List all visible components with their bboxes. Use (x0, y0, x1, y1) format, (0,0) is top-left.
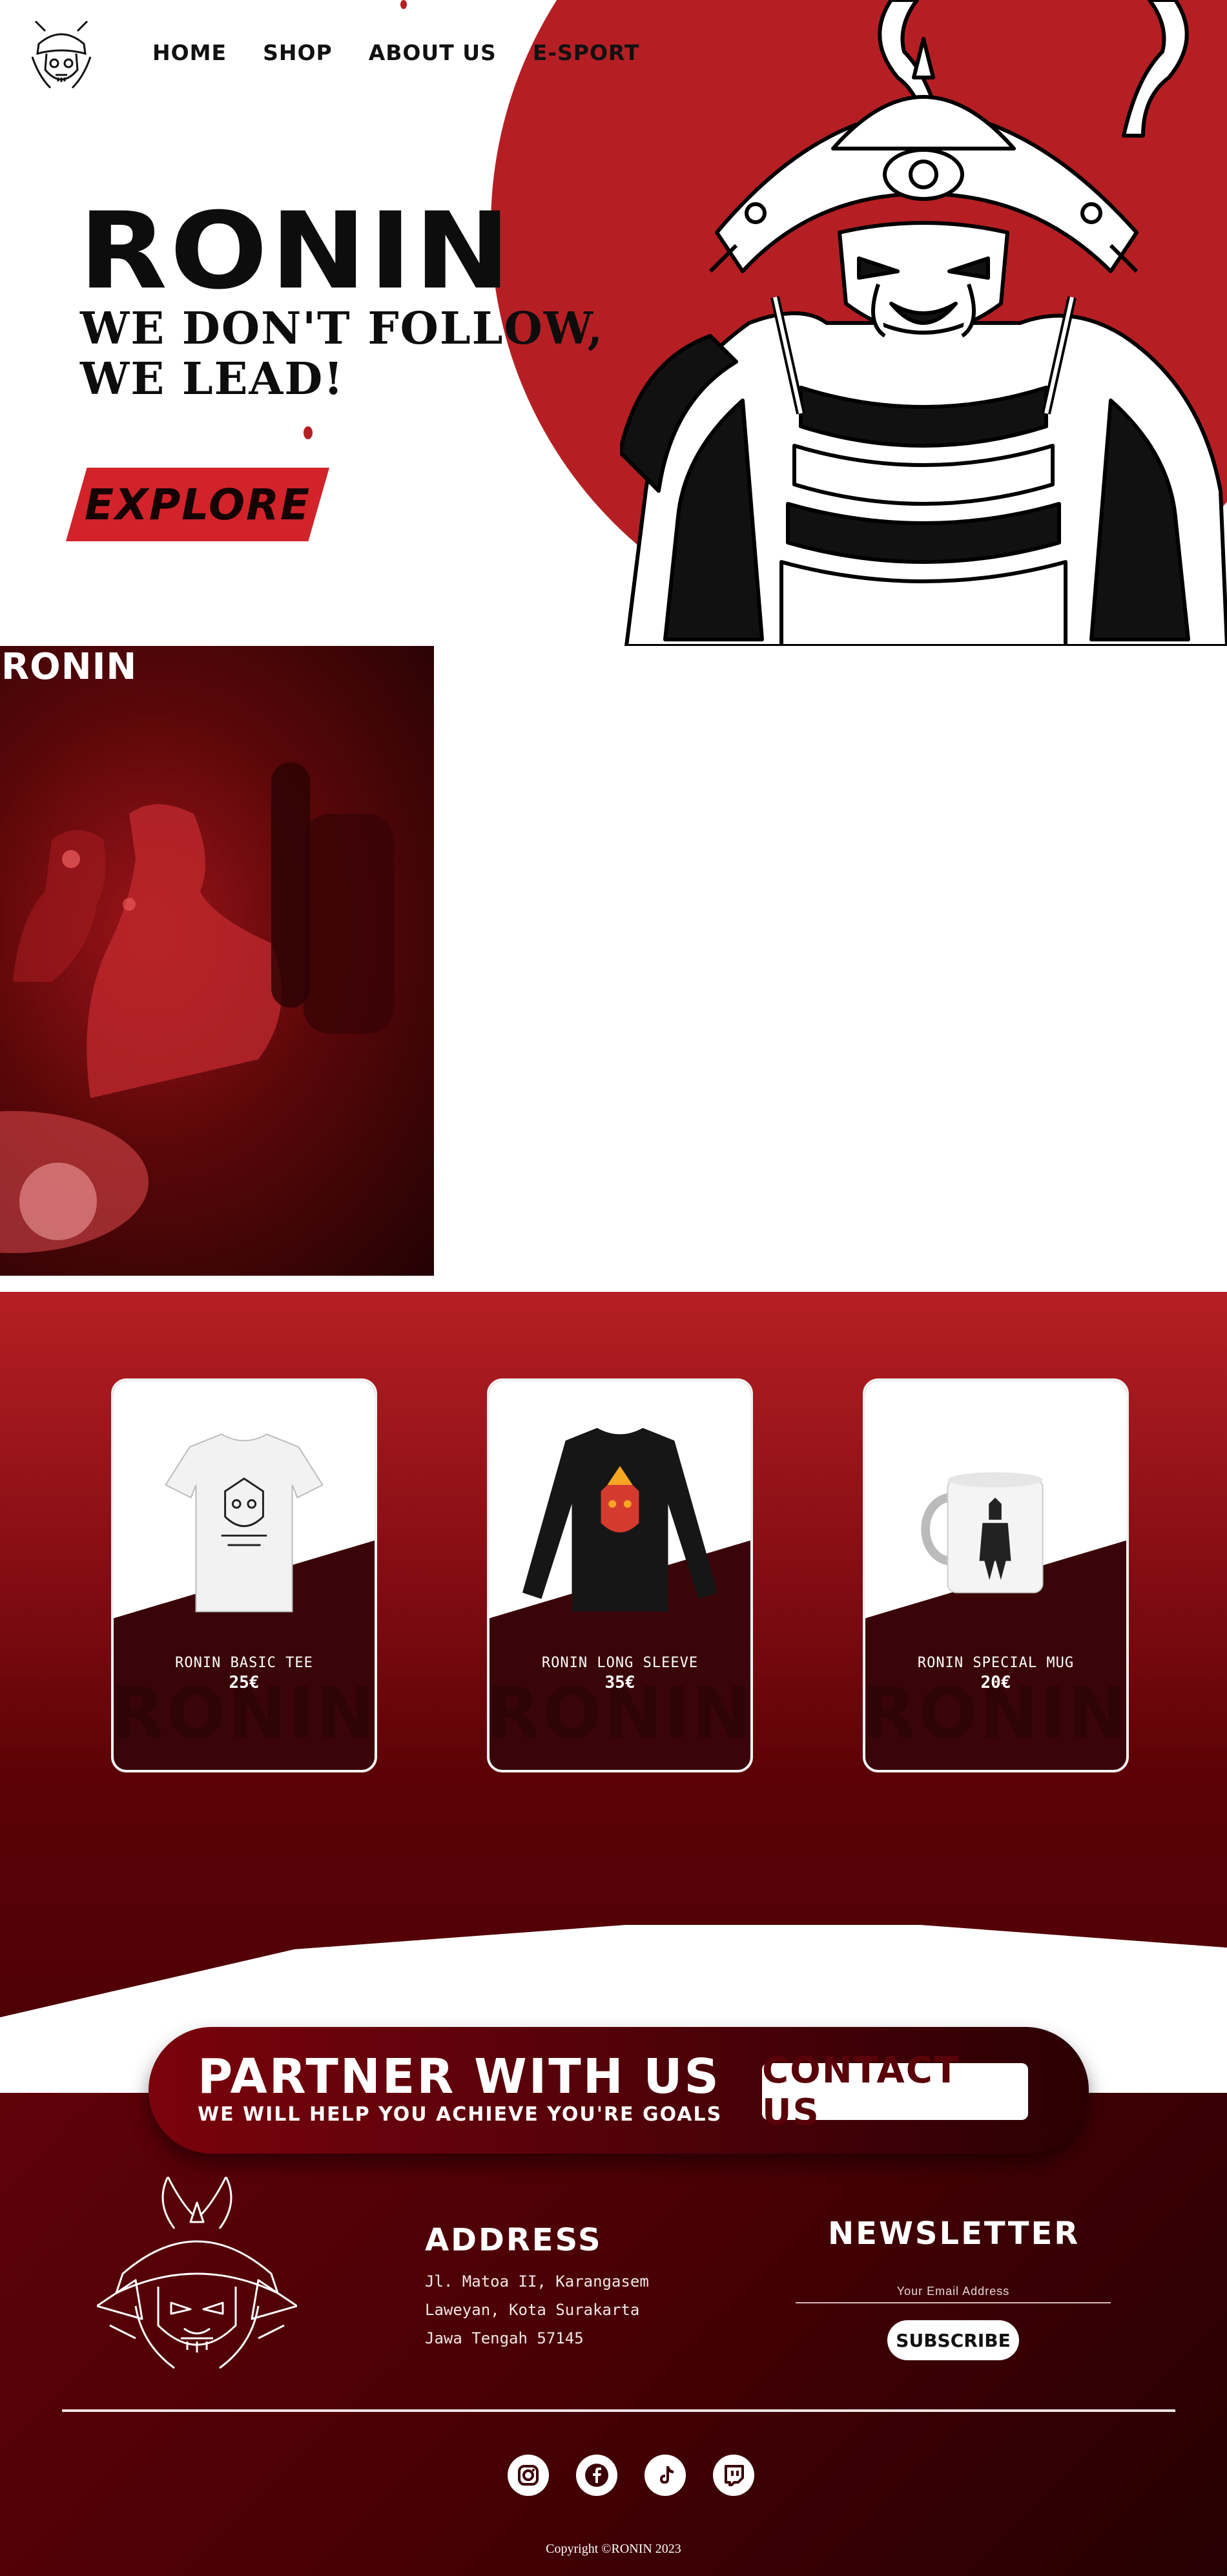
partner-banner: PARTNER WITH US WE WILL HELP YOU ACHIEVE… (149, 2027, 1089, 2154)
product-price: 20€ (980, 1673, 1011, 1692)
product-price: 25€ (229, 1673, 260, 1692)
product-name: RONIN BASIC TEE (175, 1655, 313, 1671)
hero-tagline-line2: WE LEAD! (80, 353, 345, 405)
address-title: ADDRESS (425, 2222, 603, 2258)
partner-title: PARTNER WITH US (198, 2049, 721, 2104)
newsletter-email-input[interactable] (796, 2280, 1111, 2303)
product-card-long-sleeve[interactable]: RONIN RONIN LONG SLEEVE 35€ (487, 1378, 753, 1772)
partner-subtitle: WE WILL HELP YOU ACHIEVE YOU'RE GOALS (198, 2103, 723, 2126)
ronin-logo-icon[interactable] (26, 18, 97, 96)
nav-shop-link[interactable]: SHOP (263, 40, 333, 65)
hero-title: RONIN (79, 189, 513, 313)
newsletter-title: NEWSLETTER (828, 2216, 1080, 2252)
footer-divider (62, 2409, 1175, 2412)
tshirt-image (164, 1433, 324, 1612)
subscribe-label: SUBSCRIBE (896, 2329, 1011, 2351)
shop-section: RONIN RONIN BASIC TEE 25€ RONIN RONIN LO… (0, 1292, 1227, 2093)
nav-home-link[interactable]: HOME (152, 40, 227, 65)
product-card-tee[interactable]: RONIN RONIN BASIC TEE 25€ (111, 1378, 377, 1772)
address-line: Laweyan, Kota Surakarta (425, 2301, 640, 2319)
subscribe-button[interactable]: SUBSCRIBE (887, 2320, 1019, 2360)
address-line: Jl. Matoa II, Karangasem (425, 2272, 649, 2290)
samurai-illustration (620, 0, 1227, 646)
instagram-icon[interactable] (508, 2455, 549, 2496)
product-card-mug[interactable]: RONIN RONIN SPECIAL MUG 20€ (863, 1378, 1129, 1772)
explore-button[interactable]: EXPLORE (66, 468, 329, 541)
gamers-silhouette-image (0, 762, 394, 1253)
photo-brand-label: RONIN (1, 646, 138, 688)
product-name: RONIN LONG SLEEVE (541, 1655, 699, 1671)
contact-us-label: CONTACT US (762, 2050, 960, 2134)
main-nav: HOME SHOP ABOUT US E-SPORT (152, 40, 639, 65)
hero-tagline-line1: WE DON'T FOLLOW, (80, 303, 604, 355)
nav-about-us-link[interactable]: ABOUT US (369, 40, 497, 65)
hero-section: HOME SHOP ABOUT US E-SPORT RONIN WE DON'… (0, 0, 1227, 646)
paint-splatter (400, 0, 407, 9)
twitch-icon[interactable] (713, 2455, 754, 2496)
facebook-icon[interactable] (576, 2455, 617, 2496)
gaming-photo: RONIN (0, 646, 434, 1276)
hero-tagline: WE DON'T FOLLOW, WE LEAD! (80, 304, 604, 404)
tiktok-icon[interactable] (644, 2455, 686, 2496)
explore-button-label: EXPLORE (84, 479, 311, 530)
product-price: 35€ (604, 1673, 635, 1692)
copyright-text: Copyright ©RONIN 2023 (546, 2542, 681, 2556)
paint-splatter (304, 426, 313, 439)
contact-us-button[interactable]: CONTACT US (762, 2050, 1028, 2134)
footer-samurai-logo-icon (97, 2177, 297, 2369)
product-name: RONIN SPECIAL MUG (917, 1655, 1075, 1671)
social-links (508, 2455, 754, 2496)
address-line: Jawa Tengah 57145 (425, 2329, 584, 2347)
long-sleeve-image (522, 1428, 718, 1612)
mug-image (921, 1472, 1044, 1594)
